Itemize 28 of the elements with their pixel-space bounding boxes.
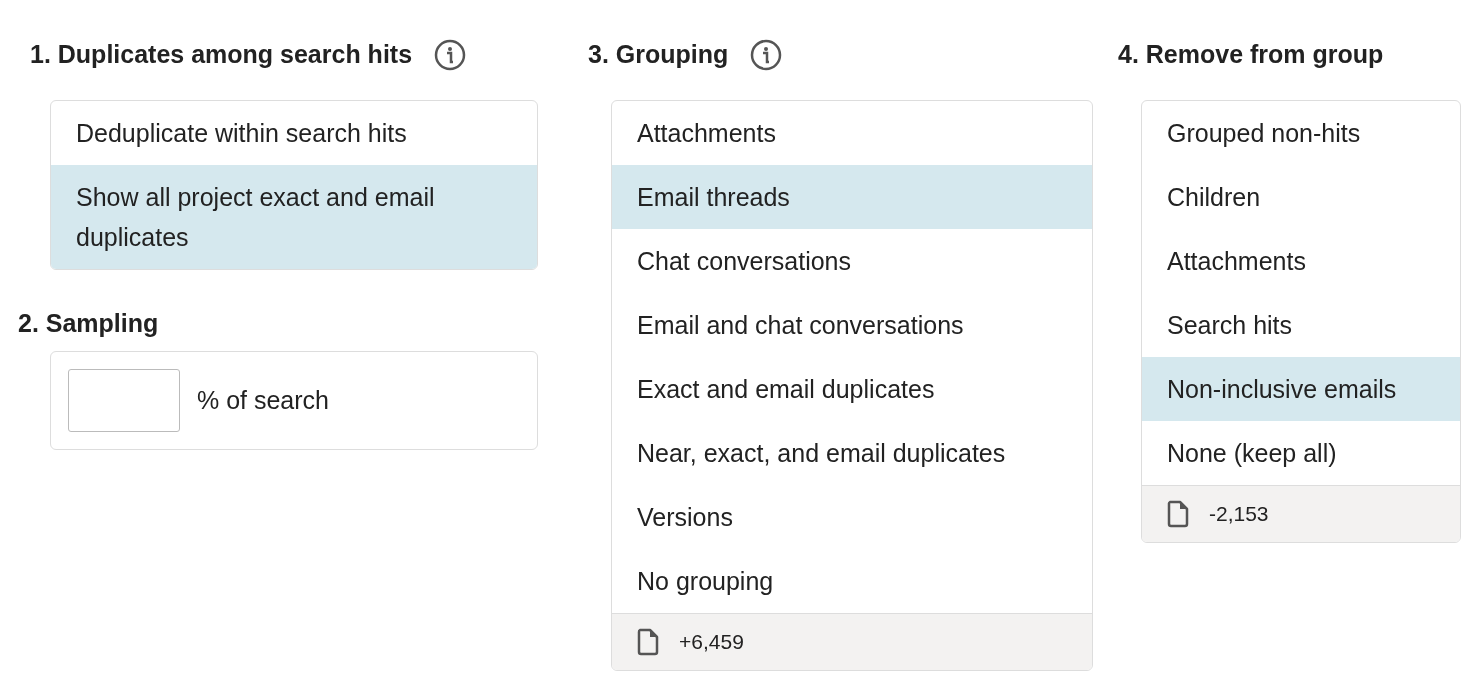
document-icon — [637, 628, 659, 656]
option-item[interactable]: Exact and email duplicates — [612, 357, 1092, 421]
document-count: -2,153 — [1209, 501, 1269, 527]
percent-input[interactable] — [68, 369, 180, 432]
option-item[interactable]: Show all project exact and email duplicates — [51, 165, 537, 269]
document-icon — [1167, 500, 1189, 528]
info-icon[interactable] — [434, 39, 467, 71]
option-item[interactable]: Deduplicate within search hits — [51, 101, 537, 165]
option-item[interactable]: Non-inclusive emails — [1142, 357, 1460, 421]
option-item[interactable]: Search hits — [1142, 293, 1460, 357]
document-count: +6,459 — [679, 629, 744, 655]
option-item[interactable]: Near, exact, and email duplicates — [612, 421, 1092, 485]
option-item[interactable]: Attachments — [1142, 229, 1460, 293]
suffix-label: % of search — [197, 384, 329, 416]
option-item[interactable]: Chat conversations — [612, 229, 1092, 293]
option-item[interactable]: Attachments — [612, 101, 1092, 165]
option-item[interactable]: Email and chat conversations — [612, 293, 1092, 357]
section-heading: 1. Duplicates among search hits — [30, 39, 413, 71]
option-item[interactable]: No grouping — [612, 549, 1092, 613]
section-heading: 3. Grouping — [588, 39, 729, 71]
option-item[interactable]: Versions — [612, 485, 1092, 549]
section-heading: 2. Sampling — [18, 308, 159, 340]
info-icon[interactable] — [750, 39, 783, 71]
option-item[interactable]: Email threads — [612, 165, 1092, 229]
option-item[interactable]: Grouped non-hits — [1142, 101, 1460, 165]
option-item[interactable]: Children — [1142, 165, 1460, 229]
section-heading: 4. Remove from group — [1118, 39, 1384, 71]
option-item[interactable]: None (keep all) — [1142, 421, 1460, 485]
